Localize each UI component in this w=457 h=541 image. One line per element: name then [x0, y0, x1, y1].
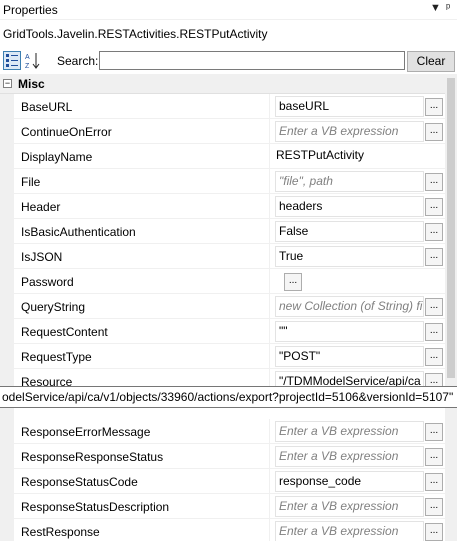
- pin-icon[interactable]: ᵖ: [446, 2, 450, 14]
- column-divider[interactable]: [269, 219, 270, 244]
- column-divider[interactable]: [269, 444, 270, 469]
- search-input[interactable]: [99, 51, 405, 70]
- property-row[interactable]: IsJSON True...: [14, 244, 445, 269]
- property-name: IsBasicAuthentication: [21, 225, 136, 239]
- property-row[interactable]: ResponseStatusDescription Enter a VB expr…: [14, 494, 445, 519]
- property-name: ResponseStatusDescription: [21, 500, 170, 514]
- property-name: File: [21, 175, 41, 189]
- svg-text:A: A: [25, 54, 30, 61]
- property-row[interactable]: IsBasicAuthentication False...: [14, 219, 445, 244]
- property-name: Header: [21, 200, 61, 214]
- property-name: RequestType: [21, 350, 92, 364]
- property-value-input[interactable]: Enter a VB expression: [275, 496, 424, 517]
- column-divider[interactable]: [269, 294, 270, 319]
- grid-margin: [0, 94, 14, 541]
- dropdown-icon[interactable]: ▼: [430, 2, 441, 14]
- property-row[interactable]: RequestType "POST"...: [14, 344, 445, 369]
- column-divider[interactable]: [269, 469, 270, 494]
- vertical-scrollbar[interactable]: [445, 74, 457, 541]
- property-value-input[interactable]: True: [275, 246, 424, 267]
- scrollbar-thumb[interactable]: [447, 78, 455, 378]
- property-row[interactable]: ResponseResponseStatus Enter a VB express…: [14, 444, 445, 469]
- property-value-input[interactable]: response_code: [275, 471, 424, 492]
- property-value-input[interactable]: new Collection (of String) fi: [275, 296, 424, 317]
- ellipsis-button[interactable]: ...: [284, 273, 302, 291]
- column-divider[interactable]: [269, 244, 270, 269]
- properties-title-bar: Properties ▼ ᵖ: [0, 0, 457, 20]
- column-divider[interactable]: [269, 419, 270, 444]
- value-tooltip: odelService/api/ca/v1/objects/33960/acti…: [0, 386, 457, 408]
- ellipsis-button[interactable]: ...: [425, 298, 443, 316]
- ellipsis-button[interactable]: ...: [425, 423, 443, 441]
- property-name: QueryString: [21, 300, 86, 314]
- property-row[interactable]: BaseURL baseURL...: [14, 94, 445, 119]
- property-name: ResponseResponseStatus: [21, 450, 164, 464]
- property-name: ContinueOnError: [21, 125, 112, 139]
- properties-toolbar: A Z Search: Clear: [0, 50, 457, 72]
- property-value-input[interactable]: "file", path: [275, 171, 424, 192]
- property-row[interactable]: RestResponse Enter a VB expression...: [14, 519, 445, 541]
- ellipsis-button[interactable]: ...: [425, 348, 443, 366]
- collapse-icon[interactable]: −: [3, 79, 12, 88]
- column-divider[interactable]: [269, 169, 270, 194]
- column-divider[interactable]: [269, 494, 270, 519]
- column-divider[interactable]: [269, 519, 270, 541]
- property-row[interactable]: Header headers...: [14, 194, 445, 219]
- category-label: Misc: [18, 77, 45, 91]
- panel-title: Properties: [3, 3, 58, 17]
- property-value-input[interactable]: "POST": [275, 346, 424, 367]
- ellipsis-button[interactable]: ...: [425, 123, 443, 141]
- column-divider[interactable]: [269, 144, 270, 169]
- property-value-input[interactable]: Enter a VB expression: [275, 421, 424, 442]
- category-misc[interactable]: − Misc: [0, 74, 445, 94]
- property-name: RequestContent: [21, 325, 108, 339]
- property-name: IsJSON: [21, 250, 63, 264]
- column-divider[interactable]: [269, 194, 270, 219]
- property-row[interactable]: ContinueOnError Enter a VB expression...: [14, 119, 445, 144]
- ellipsis-button[interactable]: ...: [425, 523, 443, 541]
- property-row[interactable]: ResponseStatusCode response_code...: [14, 469, 445, 494]
- ellipsis-button[interactable]: ...: [425, 248, 443, 266]
- property-value-input[interactable]: Enter a VB expression: [275, 121, 424, 142]
- property-name: ResponseErrorMessage: [21, 425, 151, 439]
- property-name: RestResponse: [21, 525, 100, 539]
- column-divider[interactable]: [269, 344, 270, 369]
- search-label: Search:: [57, 54, 99, 68]
- property-row[interactable]: RequestContent ""...: [14, 319, 445, 344]
- property-row[interactable]: ResponseErrorMessage Enter a VB expressio…: [14, 419, 445, 444]
- property-name: DisplayName: [21, 150, 93, 164]
- property-value-input[interactable]: baseURL: [275, 96, 424, 117]
- property-row[interactable]: DisplayName RESTPutActivity: [14, 144, 445, 169]
- ellipsis-button[interactable]: ...: [425, 223, 443, 241]
- property-value-input[interactable]: "": [275, 321, 424, 342]
- property-value-input[interactable]: Enter a VB expression: [275, 521, 424, 541]
- property-row[interactable]: File "file", path...: [14, 169, 445, 194]
- column-divider[interactable]: [269, 269, 270, 294]
- ellipsis-button[interactable]: ...: [425, 473, 443, 491]
- property-value-input[interactable]: Enter a VB expression: [275, 446, 424, 467]
- property-value-input[interactable]: RESTPutActivity: [275, 146, 424, 167]
- column-divider[interactable]: [269, 119, 270, 144]
- ellipsis-button[interactable]: ...: [425, 173, 443, 191]
- ellipsis-button[interactable]: ...: [425, 98, 443, 116]
- categorized-icon[interactable]: [3, 51, 21, 70]
- column-divider[interactable]: [269, 94, 270, 119]
- column-divider[interactable]: [269, 319, 270, 344]
- property-row[interactable]: Password...: [14, 269, 445, 294]
- sort-alphabetical-icon[interactable]: A Z: [24, 51, 40, 70]
- property-value-input[interactable]: headers: [275, 196, 424, 217]
- property-name: ResponseStatusCode: [21, 475, 138, 489]
- clear-button[interactable]: Clear: [407, 51, 455, 72]
- ellipsis-button[interactable]: ...: [425, 448, 443, 466]
- svg-text:Z: Z: [25, 63, 30, 70]
- property-name: BaseURL: [21, 100, 73, 114]
- property-grid: − Misc BaseURL baseURL... ContinueOnError E…: [0, 74, 445, 541]
- property-name: Password: [21, 275, 74, 289]
- property-value-input[interactable]: False: [275, 221, 424, 242]
- ellipsis-button[interactable]: ...: [425, 498, 443, 516]
- property-row[interactable]: QueryString new Collection (of String) fi…: [14, 294, 445, 319]
- ellipsis-button[interactable]: ...: [425, 198, 443, 216]
- ellipsis-button[interactable]: ...: [425, 323, 443, 341]
- selected-object-name[interactable]: GridTools.Javelin.RESTActivities.RESTPut…: [0, 22, 457, 46]
